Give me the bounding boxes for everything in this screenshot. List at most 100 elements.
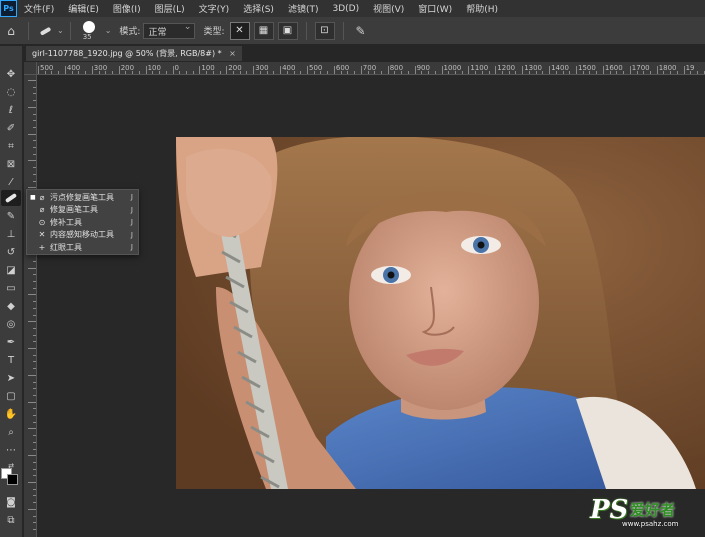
ruler-tick: [649, 71, 651, 74]
chevron-down-icon[interactable]: ⌄: [57, 26, 64, 35]
hand-icon[interactable]: ✋: [1, 406, 21, 422]
document-tab-title: girl-1107788_1920.jpg @ 50% (背景, RGB/8#)…: [32, 49, 222, 58]
ruler-tick: [28, 482, 36, 483]
quick-selection-icon[interactable]: ✐: [1, 120, 21, 136]
menu-file[interactable]: 文件(F): [17, 2, 61, 15]
ruler-tick: [33, 327, 36, 329]
close-icon[interactable]: ×: [229, 49, 236, 58]
ruler-tick: [307, 66, 308, 74]
photoshop-logo[interactable]: Ps: [0, 0, 17, 17]
rectangle-shape-icon[interactable]: ▢: [1, 388, 21, 404]
menu-type[interactable]: 文字(Y): [192, 2, 237, 15]
document-photo[interactable]: [176, 137, 705, 489]
path-selection-icon[interactable]: ➤: [1, 370, 21, 386]
ruler-tick: [145, 66, 147, 74]
flyout-item-spot-healing[interactable]: ■ ⌀ 污点修复画笔工具 J: [27, 191, 138, 204]
lasso-icon[interactable]: ℓ: [1, 102, 21, 118]
ruler-tick: [697, 71, 699, 74]
proximity-match-icon[interactable]: ▣: [277, 21, 298, 40]
ruler-tick: [28, 106, 36, 108]
ruler-tick: [589, 71, 591, 74]
eraser-icon[interactable]: ◪: [1, 262, 21, 278]
create-texture-icon[interactable]: ▦: [253, 21, 274, 40]
screen-mode-icon[interactable]: ⧉: [1, 512, 21, 528]
ruler-tick: [528, 71, 530, 74]
ruler-tick: [374, 71, 376, 74]
mode-select[interactable]: 正常: [143, 22, 196, 39]
divider: [342, 21, 344, 40]
content-aware-type-icon[interactable]: ✕: [229, 21, 250, 40]
ruler-tick: [549, 66, 551, 74]
ruler-tick: [91, 66, 93, 74]
menu-window[interactable]: 窗口(W): [411, 2, 459, 15]
crop-icon[interactable]: ⌗: [1, 138, 21, 154]
vertical-ruler[interactable]: [24, 75, 37, 537]
tool-preset-icon[interactable]: [35, 21, 57, 41]
ruler-tick: [623, 71, 625, 74]
ruler-tick-label: 1600: [604, 64, 623, 72]
ruler-tick: [33, 93, 36, 95]
more-tools-icon[interactable]: ⋯: [1, 442, 21, 458]
ruler-tick: [159, 71, 161, 74]
chevron-down-icon[interactable]: ⌄: [105, 26, 112, 35]
ruler-tick-label: 1300: [524, 64, 543, 72]
pen-icon[interactable]: ✒: [1, 334, 21, 350]
ruler-tick: [33, 388, 36, 390]
ruler-tick: [421, 71, 423, 74]
ruler-tick: [138, 71, 140, 74]
document-tab[interactable]: girl-1107788_1920.jpg @ 50% (背景, RGB/8#)…: [26, 46, 242, 61]
type-tool-icon[interactable]: T: [1, 352, 21, 368]
ruler-tick: [33, 173, 36, 175]
history-brush-icon[interactable]: ↺: [1, 244, 21, 260]
ruler-tick: [44, 71, 46, 74]
ruler-tick: [582, 71, 584, 74]
ruler-tick: [28, 508, 36, 510]
ruler-tick: [226, 66, 228, 74]
pressure-icon[interactable]: ✎: [350, 21, 372, 41]
flyout-item-red-eye[interactable]: + 红眼工具 J: [27, 241, 138, 254]
move-tool-icon[interactable]: ✥: [1, 66, 21, 82]
ruler-tick: [28, 80, 36, 81]
divider: [28, 21, 29, 40]
eyedropper-icon[interactable]: ⁄: [1, 174, 21, 190]
type-label: 类型:: [203, 27, 225, 37]
ellipse-marquee-icon[interactable]: ◌: [1, 84, 21, 100]
brush-size-picker[interactable]: 35: [77, 19, 105, 43]
horizontal-ruler[interactable]: 500 400 300 200 100 0 100 200 300 400 500 600 700 800…: [37, 62, 705, 75]
frame-icon[interactable]: ⊠: [1, 156, 21, 172]
clone-stamp-icon[interactable]: ⊥: [1, 226, 21, 242]
zoom-icon[interactable]: ⌕: [1, 424, 21, 440]
home-icon[interactable]: ⌂: [0, 21, 22, 41]
menu-view[interactable]: 视图(V): [366, 2, 411, 15]
ruler-tick: [609, 71, 611, 74]
sample-all-layers-icon[interactable]: ⊡: [314, 21, 335, 40]
dodge-icon[interactable]: ◎: [1, 316, 21, 332]
gradient-icon[interactable]: ▭: [1, 280, 21, 296]
menu-help[interactable]: 帮助(H): [459, 2, 505, 15]
ruler-tick: [33, 86, 36, 88]
quick-mask-icon[interactable]: ◙: [1, 494, 21, 510]
ruler-tick: [58, 71, 60, 74]
menu-3d[interactable]: 3D(D): [325, 4, 366, 14]
menu-edit[interactable]: 编辑(E): [61, 2, 106, 15]
flyout-item-content-aware-move[interactable]: ✕ 内容感知移动工具 J: [27, 229, 138, 242]
menu-select[interactable]: 选择(S): [236, 2, 281, 15]
menu-image[interactable]: 图像(I): [106, 2, 148, 15]
blur-icon[interactable]: ◆: [1, 298, 21, 314]
menu-filter[interactable]: 滤镜(T): [281, 2, 326, 15]
ruler-tick: [38, 66, 39, 74]
background-color-swatch[interactable]: [7, 474, 18, 485]
ruler-tick-label: 1400: [551, 64, 569, 72]
toolbar-header[interactable]: [0, 46, 22, 62]
ruler-tick: [33, 120, 36, 122]
flyout-item-healing-brush[interactable]: ⌀ 修复画笔工具 J: [27, 204, 138, 217]
ruler-tick: [33, 274, 36, 276]
ruler-corner[interactable]: [24, 62, 37, 75]
flyout-item-patch[interactable]: ⊙ 修补工具 J: [27, 216, 138, 229]
brush-icon[interactable]: ✎: [1, 208, 21, 224]
menu-layer[interactable]: 图层(L): [148, 2, 192, 15]
ruler-tick: [33, 368, 36, 370]
spot-healing-brush-icon[interactable]: [1, 190, 21, 206]
ruler-tick: [656, 66, 658, 74]
flyout-item-shortcut: J: [130, 243, 133, 252]
